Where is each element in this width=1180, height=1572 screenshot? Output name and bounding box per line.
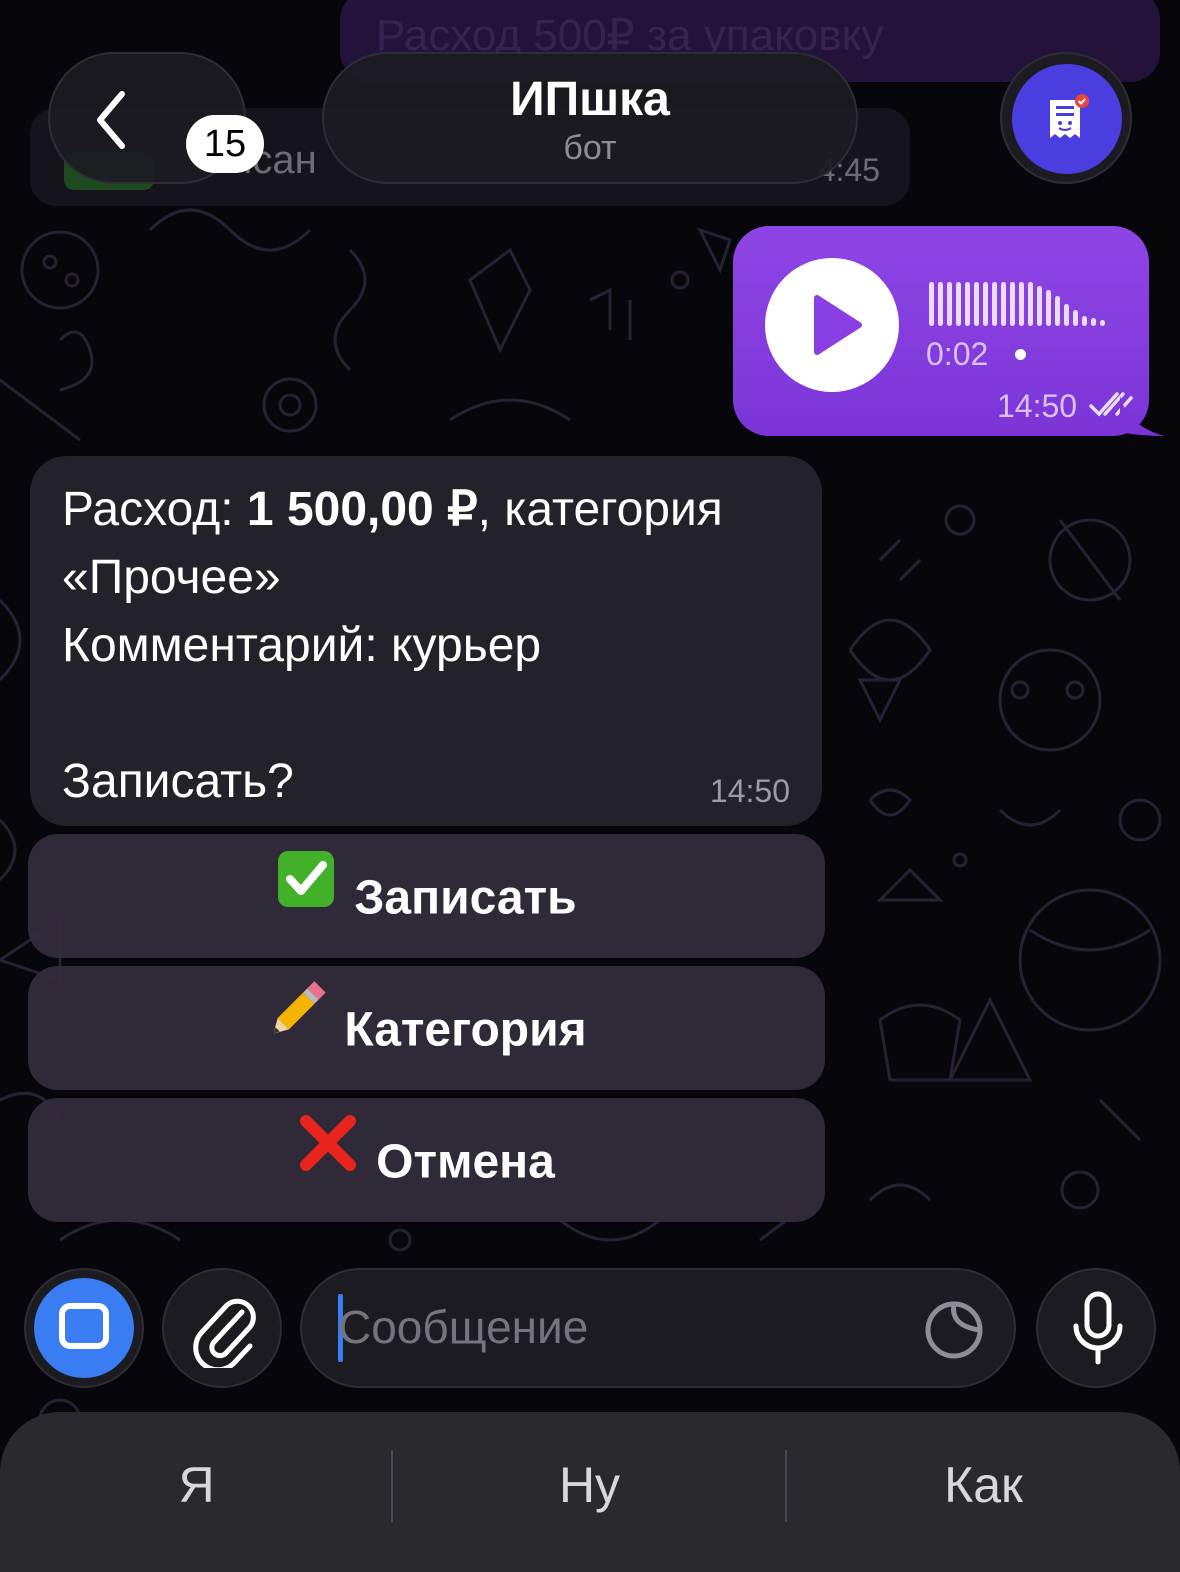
avatar: [1012, 64, 1122, 174]
cancel-button-label: Отмена: [376, 1135, 555, 1189]
confirm-question: Записать?: [62, 755, 294, 808]
unread-count-badge: 15: [186, 115, 264, 173]
pencil-icon: [266, 964, 327, 1088]
voice-record-button[interactable]: [1036, 1268, 1156, 1388]
message-input-placeholder: Сообщение: [338, 1301, 589, 1353]
sticker-icon[interactable]: [924, 1300, 984, 1360]
record-button-label: Записать: [354, 871, 577, 925]
predictive-text-bar: Я Ну Как: [0, 1412, 1180, 1572]
bot-avatar-button[interactable]: [1000, 52, 1132, 184]
expense-amount: 1 500,00 ₽: [246, 483, 478, 536]
cancel-button[interactable]: Отмена: [28, 1098, 825, 1222]
record-button[interactable]: Записать: [28, 834, 825, 958]
chat-subtitle: бот: [563, 129, 617, 167]
suggestion-1[interactable]: Я: [0, 1456, 393, 1514]
bubble-tail: [1120, 396, 1164, 436]
category-button[interactable]: Категория: [28, 966, 825, 1090]
voice-duration: 0:02: [926, 336, 989, 372]
comment-line: Комментарий: курьер: [62, 619, 542, 672]
cross-mark-icon: [298, 1096, 358, 1220]
message-line: Расход: 1 500,00 ₽, категория: [62, 476, 792, 544]
paperclip-icon: [193, 1298, 256, 1368]
chat-title: ИПшка: [510, 73, 670, 126]
message-input[interactable]: Сообщение: [300, 1268, 1016, 1388]
suggestion-3[interactable]: Как: [787, 1456, 1180, 1514]
waveform-icon: [929, 282, 1105, 326]
outgoing-voice-message[interactable]: 0:02 14:50: [733, 226, 1149, 436]
chat-title-pill[interactable]: ИПшка бот: [322, 52, 858, 184]
attach-button[interactable]: [162, 1268, 282, 1388]
unlistened-dot: [1015, 349, 1026, 360]
menu-square-icon: [59, 1303, 109, 1349]
back-button[interactable]: 15: [48, 52, 264, 184]
receipt-icon: [1050, 94, 1089, 138]
category-value: «Прочее»: [62, 551, 281, 604]
play-icon: [814, 295, 862, 355]
message-time: 14:50: [997, 388, 1078, 424]
category-button-label: Категория: [344, 1003, 587, 1057]
microphone-icon: [1073, 1291, 1123, 1365]
message-time: 14:50: [709, 773, 790, 809]
play-button[interactable]: [765, 258, 899, 392]
incoming-bot-message: Расход: 1 500,00 ₽, категория «Прочее» К…: [30, 456, 822, 826]
bot-menu-button[interactable]: [24, 1268, 144, 1388]
suggestion-2[interactable]: Ну: [393, 1456, 786, 1514]
expense-label: Расход:: [62, 483, 247, 536]
check-mark-icon: [276, 832, 336, 956]
chevron-left-icon: [97, 91, 125, 149]
category-label: , категория: [477, 483, 723, 536]
